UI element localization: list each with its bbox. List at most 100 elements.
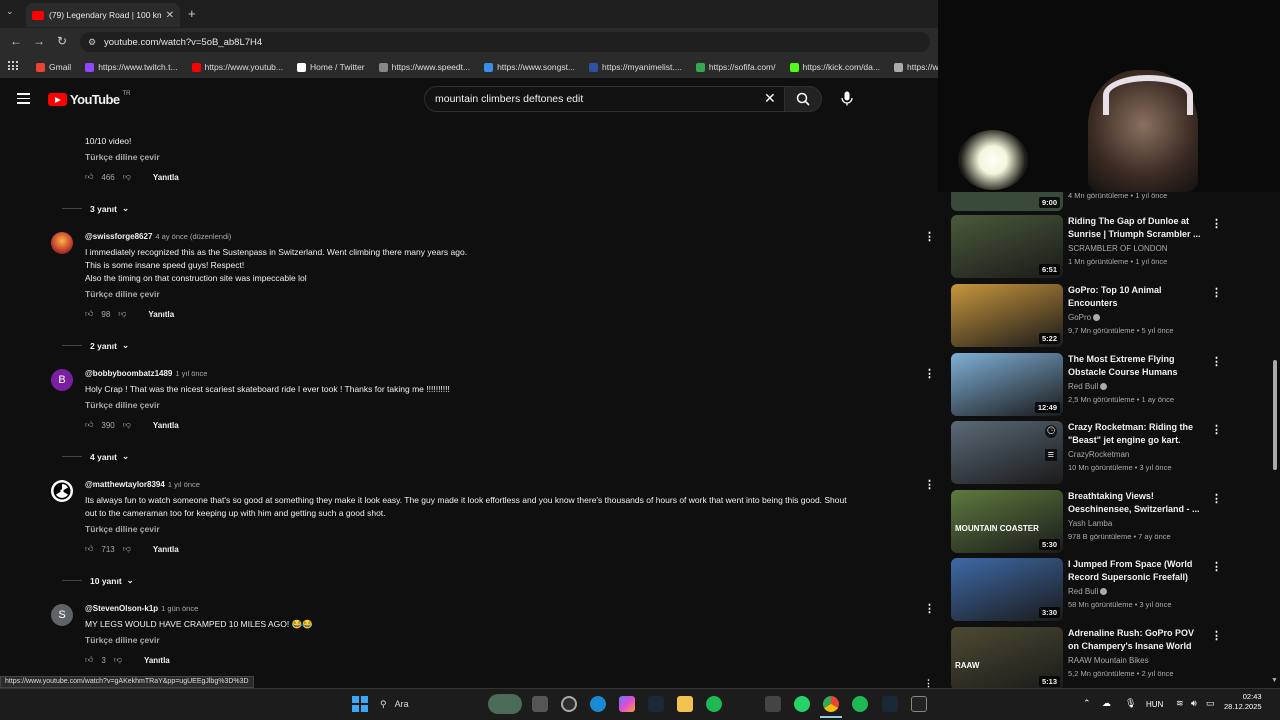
bookmark-item[interactable]: https://www.ma <box>893 62 940 72</box>
related-video[interactable]: 3:30 I Jumped From Space (World Record Su… <box>951 558 1251 622</box>
reload-button[interactable]: ↻ <box>57 34 67 48</box>
video-menu-icon[interactable]: ⋮ <box>1211 423 1222 436</box>
scroll-down-icon[interactable]: ▼ <box>1271 677 1278 684</box>
edge-icon[interactable] <box>590 696 606 712</box>
avatar[interactable]: S <box>51 604 73 626</box>
reply-button[interactable]: Yanıtla <box>148 310 174 319</box>
related-video[interactable]: MOUNTAIN COASTER 5:30 Breathtaking Views! … <box>951 490 1251 554</box>
store-icon[interactable] <box>765 696 781 712</box>
bookmark-item[interactable]: https://sofifa.com/ <box>695 62 776 72</box>
dislike-icon[interactable]: 👎︎ <box>118 309 126 319</box>
windows-start-icon[interactable] <box>352 696 368 712</box>
menu-icon[interactable] <box>17 93 30 104</box>
file-explorer-icon[interactable] <box>677 696 693 712</box>
video-thumbnail[interactable]: 5:22 <box>951 284 1063 347</box>
battery-icon[interactable]: ▭ <box>1206 698 1215 709</box>
video-thumbnail[interactable]: 🕒︎ ≡ <box>951 421 1063 484</box>
comment-time[interactable]: 1 yıl önce <box>168 480 200 489</box>
video-thumbnail[interactable]: 12:49 <box>951 353 1063 416</box>
dislike-icon[interactable]: 👎︎ <box>123 420 131 430</box>
video-title[interactable]: Riding The Gap of Dunloe at Sunrise | Tr… <box>1068 215 1203 241</box>
comment-menu-icon[interactable]: ⋮ <box>924 230 935 243</box>
avatar[interactable] <box>51 480 73 502</box>
steam-icon[interactable] <box>648 696 664 712</box>
widgets-icon[interactable] <box>488 694 522 714</box>
dislike-icon[interactable]: 👎︎ <box>114 655 122 665</box>
tab-search-button[interactable]: ⌄ <box>6 6 14 17</box>
new-tab-button[interactable]: + <box>188 6 196 21</box>
related-video[interactable]: 🕒︎ ≡ Crazy Rocketman: Riding the "Beast" j… <box>951 421 1251 485</box>
apps-grid-icon[interactable] <box>8 61 18 71</box>
task-view-icon[interactable] <box>532 696 548 712</box>
settings-app-icon[interactable] <box>561 696 577 712</box>
watch-later-icon[interactable]: 🕒︎ <box>1045 425 1057 438</box>
comment-author[interactable]: @swissforge8627 <box>85 232 152 241</box>
bookmark-item[interactable]: https://www.twitch.t... <box>85 62 178 72</box>
dislike-icon[interactable]: 👎︎ <box>123 172 131 182</box>
comment-time[interactable]: 4 ay önce (düzenlendi) <box>155 232 231 241</box>
volume-icon[interactable]: 🔊︎ <box>1191 698 1197 709</box>
video-title[interactable]: I Jumped From Space (World Record Supers… <box>1068 558 1203 584</box>
translate-link[interactable]: Türkçe diline çevir <box>85 152 160 162</box>
spotify-icon[interactable] <box>706 696 722 712</box>
video-menu-icon[interactable]: ⋮ <box>1211 492 1222 505</box>
related-video[interactable]: 12:49 The Most Extreme Flying Obstacle Co… <box>951 353 1251 417</box>
bookmark-item[interactable]: https://www.songst... <box>484 62 575 72</box>
mic-tray-icon[interactable]: 🎙︎ <box>1125 698 1136 709</box>
video-title[interactable]: Breathtaking Views! Oeschinensee, Switze… <box>1068 490 1203 516</box>
steam-icon[interactable] <box>882 696 898 712</box>
avatar[interactable] <box>51 232 73 254</box>
like-icon[interactable]: 👍︎ <box>85 544 93 554</box>
related-video[interactable]: RAAW 5:13 Adrenaline Rush: GoPro POV on Ch… <box>951 627 1251 691</box>
comment-menu-icon[interactable]: ⋮ <box>924 602 935 615</box>
back-button[interactable]: ← <box>10 34 22 48</box>
related-video[interactable]: 5:22 GoPro: Top 10 Animal Encounters GoPro… <box>951 284 1251 348</box>
cloud-icon[interactable]: ☁ <box>1102 698 1111 709</box>
video-channel[interactable]: CrazyRocketman <box>1068 450 1129 459</box>
video-menu-icon[interactable]: ⋮ <box>1211 286 1222 299</box>
related-video[interactable]: 6:51 Riding The Gap of Dunloe at Sunrise … <box>951 215 1251 279</box>
avatar[interactable]: B <box>51 369 73 391</box>
comment-author[interactable]: @matthewtaylor8394 <box>85 480 165 489</box>
video-thumbnail[interactable]: 6:51 <box>951 215 1063 278</box>
browser-tab[interactable]: (79) Legendary Road | 100 km/ ✕ <box>26 3 180 27</box>
clear-search-icon[interactable]: ✕ <box>764 90 776 107</box>
search-button[interactable] <box>784 86 822 112</box>
video-channel[interactable]: GoPro <box>1068 313 1101 322</box>
replies-toggle[interactable]: 2 yanıt ⌄ <box>85 340 129 351</box>
bookmark-item[interactable]: https://kick.com/da... <box>789 62 880 72</box>
video-channel[interactable]: Red Bull <box>1068 382 1108 391</box>
video-channel[interactable]: RAAW Mountain Bikes <box>1068 656 1149 665</box>
video-channel[interactable]: SCRAMBLER OF LONDON <box>1068 244 1168 253</box>
add-to-queue-icon[interactable]: ≡ <box>1044 449 1057 461</box>
video-title[interactable]: GoPro: Top 10 Animal Encounters <box>1068 284 1203 310</box>
translate-link[interactable]: Türkçe diline çevir <box>85 635 160 645</box>
reply-button[interactable]: Yanıtla <box>153 173 179 182</box>
comment-time[interactable]: 1 yıl önce <box>175 369 207 378</box>
bookmark-item[interactable]: https://myanimelist.... <box>589 62 682 72</box>
bookmark-item[interactable]: Gmail <box>36 62 71 72</box>
bookmark-item[interactable]: https://www.speedt... <box>378 62 470 72</box>
youtube-logo[interactable]: YouTube TR <box>48 91 130 107</box>
url-field[interactable]: youtube.com/watch?v=5oB_ab8L7H4 <box>80 32 930 52</box>
translate-link[interactable]: Türkçe diline çevir <box>85 400 160 410</box>
video-thumbnail[interactable]: 9:00 <box>951 192 1063 211</box>
video-title[interactable]: Adrenaline Rush: GoPro POV on Champery's… <box>1068 627 1203 653</box>
replies-toggle[interactable]: 10 yanıt ⌄ <box>85 575 134 586</box>
close-tab-icon[interactable]: ✕ <box>166 10 174 21</box>
like-icon[interactable]: 👍︎ <box>85 655 93 665</box>
clock[interactable]: 02:43 28.12.2025 <box>1224 692 1262 712</box>
bookmark-item[interactable]: Home / Twitter <box>297 62 365 72</box>
dislike-icon[interactable]: 👎︎ <box>123 544 131 554</box>
search-input[interactable]: mountain climbers deftones edit <box>424 86 785 112</box>
whatsapp-icon[interactable] <box>794 696 810 712</box>
translate-link[interactable]: Türkçe diline çevir <box>85 524 160 534</box>
forward-button[interactable]: → <box>33 34 45 48</box>
reply-button[interactable]: Yanıtla <box>144 656 170 665</box>
video-menu-icon[interactable]: ⋮ <box>1211 355 1222 368</box>
video-menu-icon[interactable]: ⋮ <box>1211 560 1222 573</box>
video-thumbnail[interactable]: RAAW 5:13 <box>951 627 1063 690</box>
like-icon[interactable]: 👍︎ <box>85 309 93 319</box>
reply-button[interactable]: Yanıtla <box>153 545 179 554</box>
scrollbar-thumb[interactable] <box>1273 360 1277 470</box>
